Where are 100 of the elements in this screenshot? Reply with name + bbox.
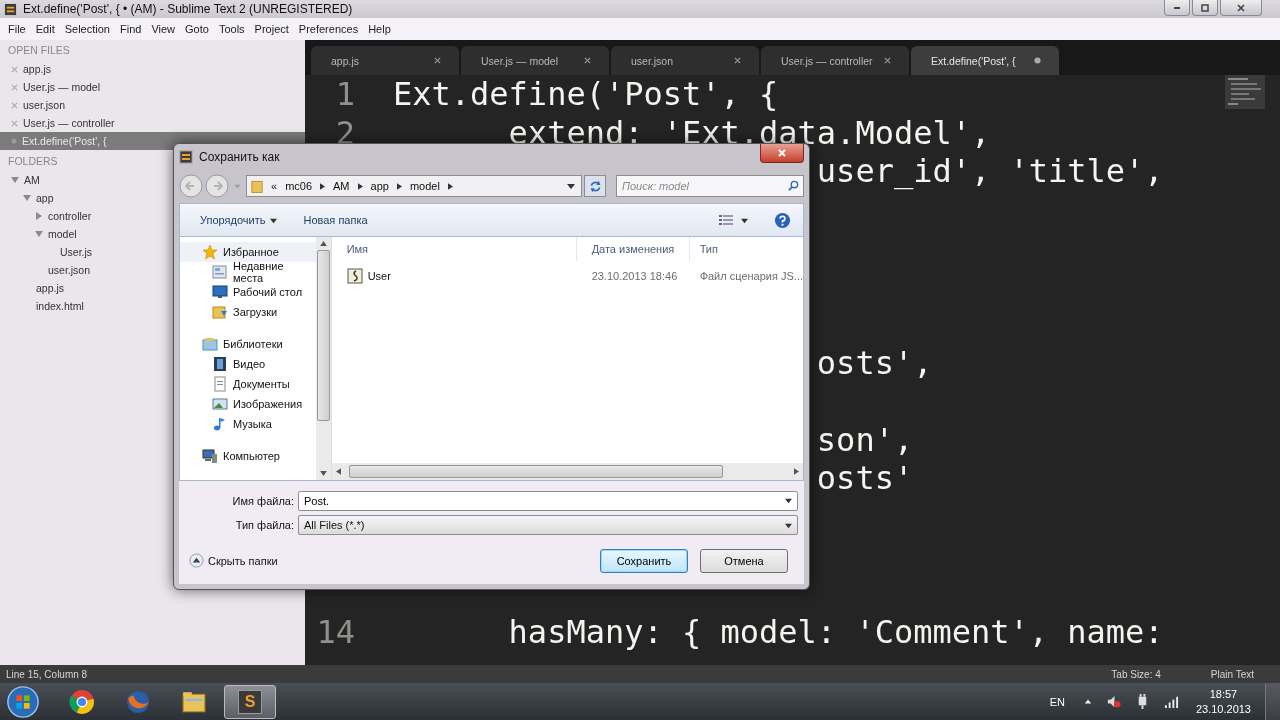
expanded-arrow-icon[interactable] bbox=[11, 176, 19, 184]
breadcrumb-item[interactable]: mc06 bbox=[285, 180, 313, 192]
view-options-button[interactable] bbox=[719, 214, 748, 226]
maximize-button[interactable] bbox=[1192, 0, 1218, 16]
nav-item[interactable]: Музыка bbox=[180, 414, 316, 434]
document-entry[interactable]: user.json bbox=[48, 264, 91, 276]
scroll-left-arrow-icon[interactable] bbox=[335, 468, 341, 475]
breadcrumb-item[interactable]: AM bbox=[333, 180, 350, 192]
horizontal-scrollbar[interactable] bbox=[331, 463, 803, 480]
menu-item[interactable]: Preferences bbox=[293, 23, 364, 35]
document-entry[interactable]: User.js bbox=[60, 246, 93, 258]
refresh-button[interactable] bbox=[584, 175, 606, 197]
open-file-item[interactable]: user.json bbox=[0, 96, 305, 114]
scroll-down-arrow-icon[interactable] bbox=[319, 471, 327, 476]
minimap-drawing[interactable] bbox=[1225, 75, 1265, 109]
editor-tab[interactable]: app.js bbox=[311, 46, 459, 75]
organize-menu-button[interactable]: Упорядочить bbox=[196, 211, 282, 229]
close-icon[interactable] bbox=[884, 57, 891, 64]
new-folder-button[interactable]: Новая папка bbox=[299, 211, 372, 229]
menu-item[interactable]: Edit bbox=[30, 23, 60, 35]
open-file-item[interactable]: User.js — model bbox=[0, 78, 305, 96]
column-header[interactable]: Тип bbox=[689, 237, 803, 261]
breadcrumb-arrow-icon[interactable] bbox=[357, 182, 363, 190]
syntax-setting[interactable]: Plain Text bbox=[1210, 668, 1254, 680]
hide-folders-button[interactable]: Скрыть папки bbox=[189, 553, 278, 568]
start-button[interactable] bbox=[6, 684, 40, 719]
document-icon bbox=[212, 376, 228, 392]
language-indicator[interactable]: EN bbox=[1049, 695, 1065, 708]
show-desktop-button[interactable] bbox=[1265, 683, 1280, 720]
nav-group-item[interactable]: Избранное bbox=[180, 242, 316, 262]
file-type-dropdown[interactable]: All Files (*.*) bbox=[298, 515, 798, 535]
folder-entry[interactable]: controller bbox=[48, 210, 92, 222]
search-field[interactable]: Поиск: model bbox=[616, 175, 804, 197]
menu-item[interactable]: Help bbox=[363, 23, 396, 35]
signal-strength-icon[interactable] bbox=[1163, 694, 1179, 709]
nav-item[interactable]: Документы bbox=[180, 374, 316, 394]
breadcrumb-arrow-icon[interactable] bbox=[320, 182, 326, 190]
show-hidden-icons-icon[interactable] bbox=[1083, 697, 1092, 706]
downloads-folder-icon bbox=[212, 304, 228, 320]
close-icon bbox=[1236, 2, 1246, 13]
editor-tab[interactable]: Ext.define('Post', { bbox=[911, 46, 1059, 75]
dialog-button[interactable]: Отмена bbox=[700, 548, 788, 573]
nav-group-item[interactable]: Библиотеки bbox=[180, 334, 316, 354]
menu-item[interactable]: Tools bbox=[213, 23, 250, 35]
scroll-up-arrow-icon[interactable] bbox=[319, 241, 327, 246]
help-icon[interactable] bbox=[774, 211, 791, 229]
dialog-button[interactable]: Сохранить bbox=[600, 548, 688, 573]
breadcrumb-item[interactable]: model bbox=[409, 180, 440, 192]
folder-icon bbox=[251, 178, 263, 194]
menu-item[interactable]: File bbox=[3, 23, 31, 35]
open-file-item[interactable]: app.js bbox=[0, 60, 305, 78]
nav-item[interactable]: Изображения bbox=[180, 394, 316, 414]
editor-tab[interactable]: user.json bbox=[611, 46, 759, 75]
file-name-field[interactable]: Post. bbox=[298, 491, 798, 511]
breadcrumb-item[interactable]: app bbox=[370, 180, 389, 192]
editor-tab[interactable]: User.js — controller bbox=[761, 46, 909, 75]
nav-group-item[interactable]: Компьютер bbox=[180, 446, 316, 466]
caret-icon bbox=[270, 216, 278, 224]
address-bar[interactable]: « mc06 AM app model bbox=[246, 175, 582, 197]
folder-entry[interactable]: model bbox=[48, 228, 77, 240]
vertical-scrollbar[interactable] bbox=[315, 237, 331, 480]
document-entry[interactable]: index.html bbox=[36, 300, 84, 312]
menu-item[interactable]: Goto bbox=[180, 23, 214, 35]
taskbar-app-button[interactable]: S bbox=[224, 684, 276, 719]
breadcrumb-arrow-icon[interactable] bbox=[447, 182, 453, 190]
menu-item[interactable]: Selection bbox=[59, 23, 115, 35]
folder-entry[interactable]: AM bbox=[24, 174, 40, 186]
menu-item[interactable]: View bbox=[146, 23, 181, 35]
collapsed-arrow-icon[interactable] bbox=[35, 212, 43, 220]
expanded-arrow-icon[interactable] bbox=[23, 194, 31, 202]
nav-item[interactable]: Загрузки bbox=[180, 302, 316, 322]
volume-muted-icon[interactable] bbox=[1105, 694, 1121, 709]
scroll-right-arrow-icon[interactable] bbox=[794, 468, 799, 475]
dialog-icon bbox=[179, 149, 193, 164]
minimize-icon bbox=[1174, 6, 1180, 9]
document-entry[interactable]: app.js bbox=[36, 282, 65, 294]
tab-size-setting[interactable]: Tab Size: 4 bbox=[1111, 668, 1161, 680]
folder-entry[interactable]: app bbox=[36, 192, 54, 204]
column-header[interactable]: Имя bbox=[331, 237, 577, 261]
browser-icon bbox=[125, 688, 151, 715]
minimize-button[interactable] bbox=[1164, 0, 1190, 16]
column-header[interactable]: Дата изменения bbox=[576, 237, 690, 261]
nav-item[interactable]: Рабочий стол bbox=[180, 282, 316, 302]
close-icon[interactable] bbox=[434, 57, 441, 64]
breadcrumb-overflow[interactable]: « bbox=[271, 180, 278, 192]
open-file-item[interactable]: User.js — controller bbox=[0, 114, 305, 132]
breadcrumb-arrow-icon[interactable] bbox=[396, 182, 402, 190]
menu-item[interactable]: Project bbox=[249, 23, 294, 35]
cursor-position: Line 15, Column 8 bbox=[6, 668, 88, 680]
expanded-arrow-icon[interactable] bbox=[35, 230, 43, 238]
dropdown-caret-icon[interactable] bbox=[567, 182, 575, 190]
close-icon[interactable] bbox=[734, 57, 741, 64]
nav-item[interactable]: Недавние места bbox=[180, 262, 316, 282]
file-row[interactable]: User 23.10.2013 18:46 Файл сценария JS... bbox=[331, 261, 803, 291]
close-icon[interactable] bbox=[584, 57, 591, 64]
nav-item[interactable]: Видео bbox=[180, 354, 316, 374]
dropdown-caret-icon[interactable] bbox=[785, 497, 792, 504]
code-line: son', bbox=[816, 420, 914, 459]
editor-tab[interactable]: User.js — model bbox=[461, 46, 609, 75]
menu-item[interactable]: Find bbox=[114, 23, 147, 35]
